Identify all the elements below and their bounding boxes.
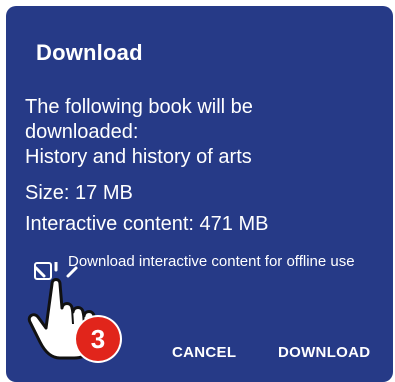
- message-line-2: downloaded:: [25, 121, 139, 143]
- tutorial-step-badge: 3: [76, 317, 120, 361]
- offline-checkbox-label[interactable]: Download interactive content for offline…: [68, 252, 393, 271]
- interactive-content-size: Interactive content: 471 MB: [25, 213, 269, 235]
- message-line-1: The following book will be: [25, 96, 253, 118]
- book-title: History and history of arts: [25, 146, 252, 168]
- cancel-button[interactable]: CANCEL: [166, 340, 242, 365]
- dialog-title: Download: [36, 40, 143, 65]
- download-button[interactable]: DOWNLOAD: [272, 340, 376, 365]
- book-size: Size: 17 MB: [25, 182, 133, 204]
- dialog-message: The following book will be downloaded: H…: [25, 95, 385, 170]
